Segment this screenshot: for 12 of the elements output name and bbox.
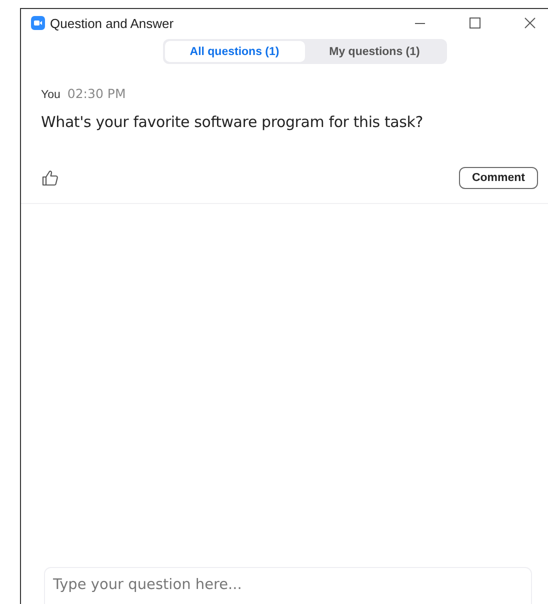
window-title: Question and Answer <box>50 16 174 30</box>
maximize-icon[interactable] <box>469 17 481 29</box>
tab[interactable]: My questions (1) <box>304 41 444 62</box>
author-name: You <box>41 89 60 101</box>
question-text: What's your favorite software program for this task? <box>41 113 424 131</box>
timestamp: 02:30 PM <box>67 86 126 101</box>
close-icon[interactable] <box>524 17 536 29</box>
comment-button[interactable]: Comment <box>458 167 538 189</box>
tab[interactable]: All questions (1) <box>164 41 304 62</box>
video-camera-icon <box>31 16 45 30</box>
thumbs-up-icon[interactable] <box>41 169 59 187</box>
question-input-field[interactable]: Type your question here... <box>44 567 532 604</box>
